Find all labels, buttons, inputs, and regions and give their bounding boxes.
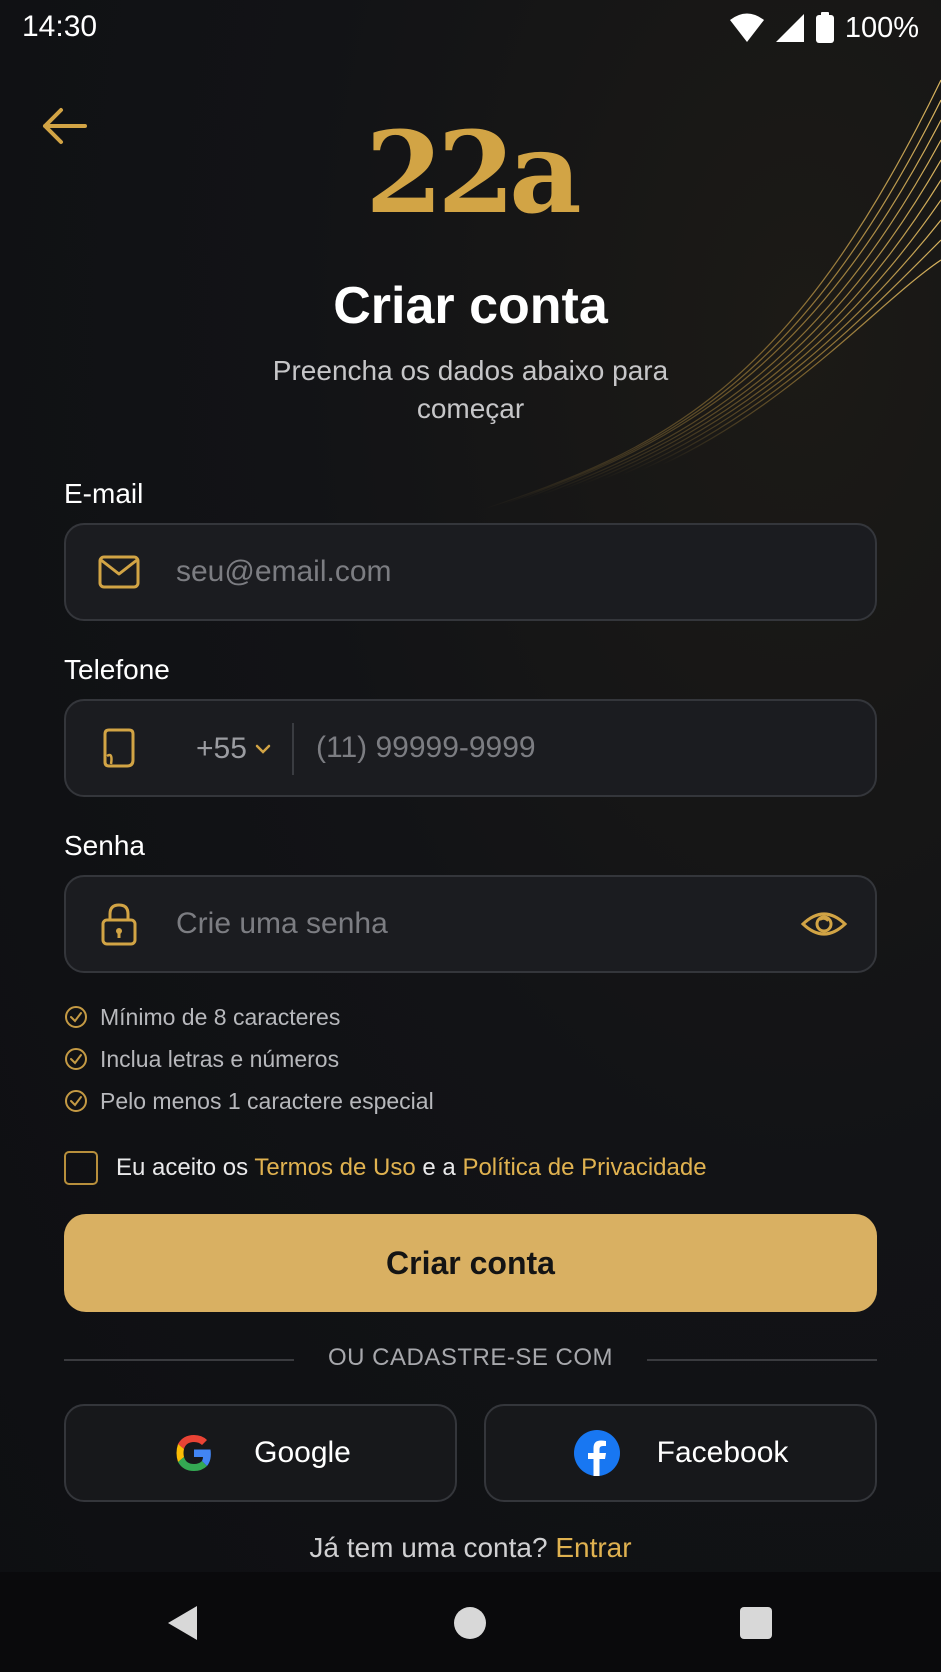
terms-row: Eu aceito os Termos de Uso e a Política …	[64, 1148, 707, 1188]
eye-icon	[800, 912, 848, 936]
wifi-icon	[729, 13, 764, 42]
page-subtitle: Preencha os dados abaixo para começar	[272, 355, 669, 424]
google-label: Google	[254, 1436, 351, 1469]
phone-label: Telefone	[64, 654, 170, 685]
password-label: Senha	[64, 830, 145, 861]
requirement-item: Inclua letras e números	[64, 1038, 434, 1080]
signup-screen: 14:30 100% 22a Criar conta Preencha os d…	[0, 0, 941, 1672]
social-divider: OU CADASTRE-SE COM	[64, 1342, 877, 1376]
terms-middle: e a	[422, 1154, 456, 1181]
nav-recents-button[interactable]	[731, 1598, 781, 1648]
signin-prompt: Já tem uma conta? Entrar	[0, 1532, 941, 1564]
phone-divider	[292, 723, 294, 775]
phone-icon	[94, 723, 144, 773]
system-nav-bar	[0, 1572, 941, 1672]
divider-line-right	[647, 1359, 877, 1361]
status-time: 14:30	[22, 10, 98, 43]
status-bar: 14:30 100%	[0, 0, 941, 56]
facebook-icon	[573, 1429, 621, 1477]
google-signup-button[interactable]: Google	[64, 1404, 457, 1502]
social-divider-text: OU CADASTRE-SE COM	[327, 1344, 614, 1371]
google-icon	[170, 1429, 218, 1477]
password-placeholder: Crie uma senha	[176, 907, 388, 940]
create-account-button[interactable]: Criar conta	[64, 1214, 877, 1312]
circle-home-icon	[454, 1607, 486, 1639]
square-recents-icon	[740, 1607, 772, 1639]
country-code-value: +55	[196, 732, 247, 765]
lock-icon	[94, 899, 144, 949]
battery-percent: 100%	[844, 11, 919, 44]
email-placeholder: seu@email.com	[176, 555, 392, 588]
phone-field[interactable]: +55 (11) 99999-9999	[64, 699, 877, 797]
phone-placeholder: (11) 99999-9999	[316, 731, 536, 764]
check-circle-icon	[65, 1090, 87, 1112]
requirement-text: Pelo menos 1 caractere especial	[100, 1087, 434, 1114]
battery-icon	[815, 12, 834, 43]
page-title: Criar conta	[333, 277, 608, 335]
check-circle-icon	[65, 1048, 87, 1070]
signin-prompt-text: Já tem uma conta?	[309, 1532, 548, 1563]
nav-back-button[interactable]	[158, 1598, 208, 1648]
terms-prefix: Eu aceito os	[116, 1154, 249, 1181]
requirement-item: Pelo menos 1 caractere especial	[64, 1080, 434, 1122]
password-requirements: Mínimo de 8 caracteres Inclua letras e n…	[64, 996, 434, 1122]
password-field[interactable]: Crie uma senha	[64, 875, 877, 973]
chevron-down-icon	[255, 744, 271, 754]
facebook-label: Facebook	[656, 1436, 789, 1469]
terms-checkbox[interactable]	[64, 1151, 98, 1185]
check-circle-icon	[65, 1006, 87, 1028]
nav-home-button[interactable]	[445, 1598, 495, 1648]
signal-icon	[775, 14, 804, 42]
terms-of-use-link[interactable]: Termos de Uso	[254, 1154, 415, 1181]
terms-text: Eu aceito os Termos de Uso e a Política …	[116, 1154, 707, 1182]
requirement-text: Mínimo de 8 caracteres	[100, 1003, 341, 1030]
mail-icon	[94, 547, 144, 597]
toggle-password-visibility-button[interactable]	[797, 899, 851, 949]
email-field[interactable]: seu@email.com	[64, 523, 877, 621]
privacy-policy-link[interactable]: Política de Privacidade	[462, 1154, 706, 1181]
status-icons: 100%	[729, 10, 919, 46]
country-code-select[interactable]: +55	[196, 729, 271, 769]
signin-link[interactable]: Entrar	[555, 1532, 631, 1563]
facebook-signup-button[interactable]: Facebook	[484, 1404, 877, 1502]
triangle-back-icon	[168, 1606, 197, 1640]
requirement-text: Inclua letras e números	[100, 1045, 340, 1072]
requirement-item: Mínimo de 8 caracteres	[64, 996, 434, 1038]
brand-logo: 22a	[365, 108, 581, 239]
email-label: E-mail	[64, 478, 144, 509]
